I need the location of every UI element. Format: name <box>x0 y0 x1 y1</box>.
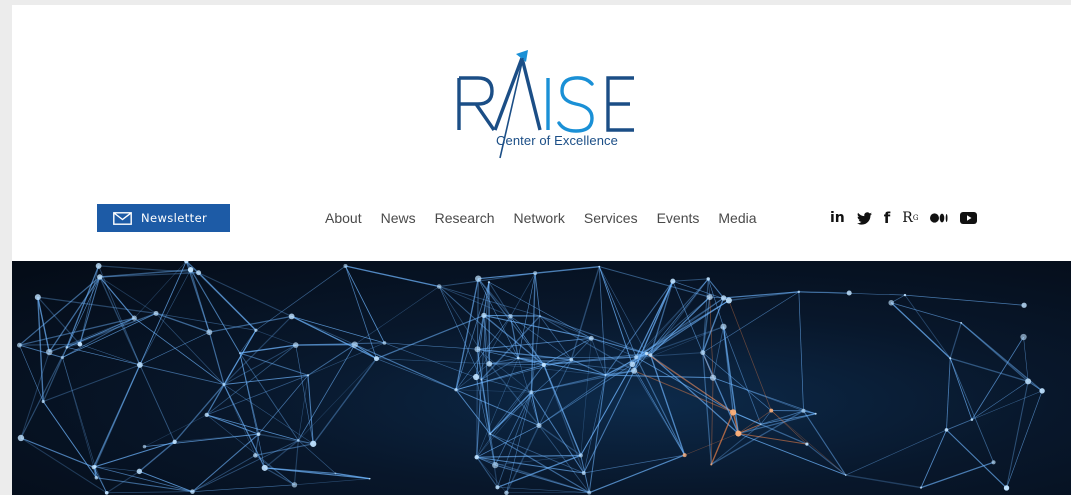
logo-subtitle: Center of Excellence <box>496 133 618 148</box>
network-background-image <box>17 261 1045 495</box>
linkedin-icon[interactable]: in <box>830 210 845 226</box>
nav-item-research[interactable]: Research <box>435 210 495 226</box>
nav-item-about[interactable]: About <box>325 210 362 226</box>
hero-banner <box>12 261 1071 495</box>
nav-item-events[interactable]: Events <box>657 210 700 226</box>
facebook-icon[interactable]: f <box>884 209 891 227</box>
nav-item-news[interactable]: News <box>381 210 416 226</box>
twitter-icon[interactable] <box>856 210 872 226</box>
mail-icon <box>113 211 132 225</box>
nav-item-media[interactable]: Media <box>718 210 756 226</box>
nav-item-network[interactable]: Network <box>514 210 565 226</box>
newsletter-label: Newsletter <box>141 211 208 225</box>
nav-item-services[interactable]: Services <box>584 210 638 226</box>
youtube-icon[interactable] <box>960 210 978 226</box>
header-row: Newsletter About News Research Network S… <box>12 204 1071 232</box>
medium-icon[interactable] <box>930 210 948 226</box>
raise-logo[interactable]: Center of Excellence <box>442 48 672 159</box>
newsletter-button[interactable]: Newsletter <box>97 204 230 232</box>
researchgate-icon[interactable]: RG <box>902 210 918 226</box>
main-nav: About News Research Network Services Eve… <box>325 204 776 232</box>
page: Center of Excellence Newsletter About Ne… <box>12 5 1071 495</box>
social-links: in f RG <box>830 204 989 232</box>
